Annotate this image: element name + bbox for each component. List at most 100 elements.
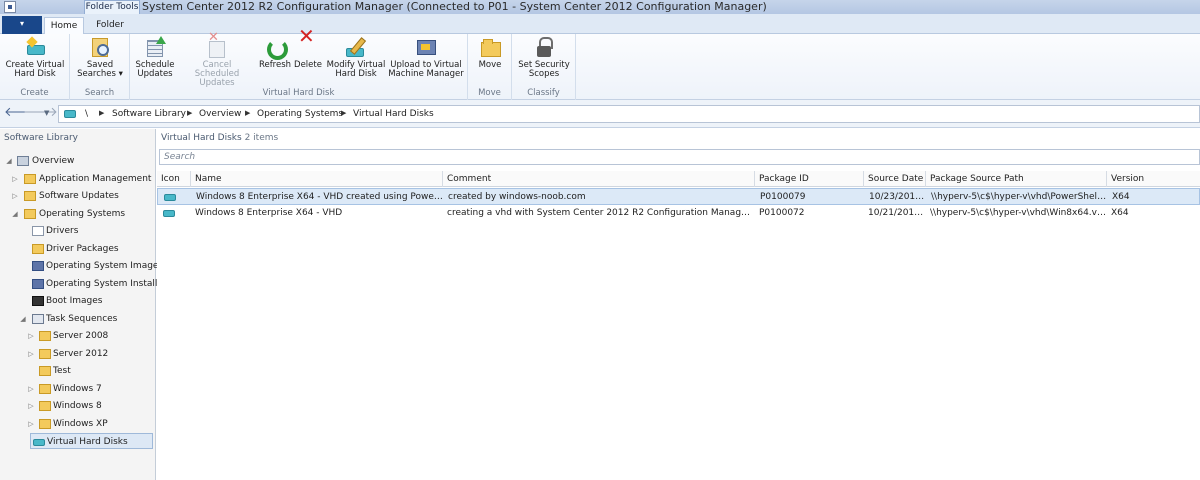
- group-create: Create Virtual Hard Disk Create: [0, 34, 70, 100]
- expanded-arrow-icon[interactable]: ◢: [4, 153, 14, 169]
- column-header-source-date[interactable]: Source Date: [864, 171, 926, 187]
- tree-item-label: Application Management: [39, 174, 152, 184]
- create-virtual-hard-disk-button[interactable]: Create Virtual Hard Disk: [4, 36, 66, 79]
- tree-item-label: Windows 8: [53, 401, 102, 411]
- schedule-updates-icon: [144, 36, 166, 58]
- breadcrumb-separator-icon: ▶: [187, 109, 193, 117]
- tree-item-label: Task Sequences: [46, 314, 118, 324]
- tree-item-drivers[interactable]: Drivers: [30, 223, 154, 239]
- column-header-package-id[interactable]: Package ID: [755, 171, 864, 187]
- collapsed-arrow-icon[interactable]: ▷: [10, 171, 20, 187]
- expanded-arrow-icon[interactable]: ◢: [10, 206, 20, 222]
- folder-icon: [39, 366, 51, 376]
- group-label-create: Create: [20, 88, 49, 98]
- folder-icon: [39, 331, 51, 341]
- context-tab-folder-tools: Folder Tools: [84, 0, 140, 15]
- tab-folder[interactable]: Folder: [88, 17, 132, 35]
- tree-item-label: Drivers: [46, 226, 79, 236]
- collapsed-arrow-icon[interactable]: ▷: [26, 416, 36, 432]
- upload-to-vmm-button[interactable]: Upload to Virtual Machine Manager: [388, 36, 464, 79]
- tree-item-task-sequences[interactable]: ◢ Task Sequences: [18, 311, 154, 327]
- tree-item-driver-packages[interactable]: Driver Packages: [30, 241, 154, 257]
- move-label: Move: [478, 60, 502, 70]
- tree-item-server-2008[interactable]: ▷ Server 2008: [26, 328, 154, 344]
- refresh-label: Refresh: [258, 60, 292, 70]
- app-icon[interactable]: [4, 1, 16, 13]
- breadcrumb-software-library[interactable]: Software Library: [112, 109, 186, 119]
- ribbon: Create Virtual Hard Disk Create Saved Se…: [0, 32, 1200, 100]
- cell-name: Windows 8 Enterprise X64 - VHD: [195, 208, 343, 218]
- refresh-button[interactable]: Refresh: [258, 36, 292, 70]
- file-menu-button[interactable]: ▾: [2, 16, 42, 34]
- tree-item-label: Software Updates: [39, 191, 119, 201]
- column-header-name[interactable]: Name: [191, 171, 443, 187]
- breadcrumb-overview[interactable]: Overview: [199, 109, 241, 119]
- expanded-arrow-icon[interactable]: ◢: [18, 311, 28, 327]
- tree-item-software-updates[interactable]: ▷ Software Updates: [10, 188, 154, 204]
- tree-item-label: Overview: [32, 156, 75, 166]
- create-disk-icon: [24, 36, 46, 58]
- collapsed-arrow-icon[interactable]: ▷: [26, 398, 36, 414]
- history-dropdown-icon[interactable]: ▼: [44, 109, 49, 117]
- back-arrow-icon[interactable]: 🡐: [4, 106, 39, 122]
- breadcrumb-separator-icon: ▶: [245, 109, 251, 117]
- results-header: Virtual Hard Disks 2 items: [161, 133, 278, 143]
- group-label-move: Move: [478, 88, 501, 98]
- results-pane: Virtual Hard Disks 2 items Search Icon N…: [157, 129, 1200, 480]
- schedule-updates-button[interactable]: Schedule Updates: [134, 36, 176, 79]
- search-placeholder: Search: [164, 152, 196, 162]
- delete-button[interactable]: Delete: [292, 32, 324, 70]
- tree-item-overview[interactable]: ◢ Overview: [4, 153, 154, 169]
- tab-home[interactable]: Home: [44, 17, 84, 35]
- search-input[interactable]: Search: [159, 149, 1200, 165]
- tree-item-operating-systems[interactable]: ◢ Operating Systems: [10, 206, 154, 222]
- column-header-version[interactable]: Version: [1107, 171, 1200, 187]
- breadcrumb-operating-systems[interactable]: Operating Systems: [257, 109, 343, 119]
- saved-searches-button[interactable]: Saved Searches ▾: [74, 36, 126, 79]
- column-header-package-source-path[interactable]: Package Source Path: [926, 171, 1107, 187]
- cell-source-date: 10/21/2013...: [868, 208, 926, 218]
- tree-item-windows-8[interactable]: ▷ Windows 8: [26, 398, 154, 414]
- forward-arrow-icon[interactable]: 🡒: [23, 106, 58, 122]
- folder-icon: [24, 174, 36, 184]
- tree-item-server-2012[interactable]: ▷ Server 2012: [26, 346, 154, 362]
- breadcrumb[interactable]: \ ▶ Software Library ▶ Overview ▶ Operat…: [58, 105, 1200, 123]
- tree-item-test[interactable]: Test: [26, 363, 154, 379]
- delete-label: Delete: [294, 60, 322, 70]
- group-virtual-hard-disk: Schedule Updates Cancel Scheduled Update…: [130, 32, 468, 100]
- tree-item-label: Operating Systems: [39, 209, 126, 219]
- group-label-virtual-hard-disk: Virtual Hard Disk: [262, 88, 335, 98]
- delete-icon: [297, 32, 319, 58]
- modify-virtual-hard-disk-button[interactable]: Modify Virtual Hard Disk: [326, 36, 386, 79]
- tree-item-label: Windows XP: [53, 419, 108, 429]
- breadcrumb-virtual-hard-disks[interactable]: Virtual Hard Disks: [353, 109, 434, 119]
- tree-item-application-management[interactable]: ▷ Application Management: [10, 171, 154, 187]
- cell-package-id: P0100072: [759, 208, 805, 218]
- collapsed-arrow-icon[interactable]: ▷: [26, 381, 36, 397]
- breadcrumb-root[interactable]: \: [85, 109, 88, 119]
- cancel-scheduled-updates-button[interactable]: Cancel Scheduled Updates: [178, 33, 256, 88]
- table-row[interactable]: Windows 8 Enterprise X64 - VHD created u…: [157, 188, 1200, 205]
- collapsed-arrow-icon[interactable]: ▷: [10, 188, 20, 204]
- tree-item-operating-system-installers[interactable]: Operating System Installers: [30, 276, 171, 292]
- tree-item-boot-images[interactable]: Boot Images: [30, 293, 154, 309]
- column-header-icon[interactable]: Icon: [157, 171, 191, 187]
- table-row[interactable]: Windows 8 Enterprise X64 - VHD creating …: [157, 205, 1200, 222]
- drivers-icon: [32, 226, 44, 236]
- collapsed-arrow-icon[interactable]: ▷: [26, 346, 36, 362]
- folder-icon: [24, 191, 36, 201]
- tree-item-operating-system-images[interactable]: Operating System Images: [30, 258, 163, 274]
- collapsed-arrow-icon[interactable]: ▷: [26, 328, 36, 344]
- set-security-scopes-button[interactable]: Set Security Scopes: [516, 36, 572, 79]
- column-header-comment[interactable]: Comment: [443, 171, 755, 187]
- tree-item-virtual-hard-disks[interactable]: Virtual Hard Disks: [30, 433, 153, 449]
- tree-item-label: Server 2008: [53, 331, 109, 341]
- tree-item-label: Server 2012: [53, 349, 109, 359]
- task-sequence-icon: [32, 314, 44, 324]
- tree-item-windows-xp[interactable]: ▷ Windows XP: [26, 416, 154, 432]
- os-image-icon: [32, 261, 44, 271]
- group-search: Saved Searches ▾ Search: [70, 34, 130, 100]
- move-button[interactable]: Move: [472, 36, 508, 70]
- tree-item-windows-7[interactable]: ▷ Windows 7: [26, 381, 154, 397]
- modify-vhd-label-2: Hard Disk: [335, 69, 377, 79]
